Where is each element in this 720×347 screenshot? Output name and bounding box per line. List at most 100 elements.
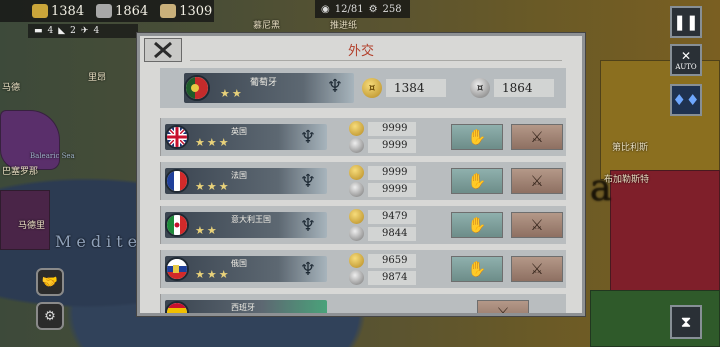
gold-coin-icon xyxy=(349,165,364,180)
nation-stars: ★★ xyxy=(220,87,244,100)
hourglass-icon: ⧗ xyxy=(680,313,692,331)
map-region[interactable] xyxy=(0,110,60,170)
industry-coin-icon: ¤ xyxy=(470,78,490,98)
tank-icon: ▬ xyxy=(34,26,43,36)
nation-name: 英国 xyxy=(231,127,247,136)
diplomacy-button[interactable]: 🤝 xyxy=(36,268,64,296)
map-label: 马德里 xyxy=(18,221,46,231)
nation-row: 法国 ★★★ ♆ 9999 9999 ✋ ⚔ xyxy=(160,162,566,200)
gold-value: 9659 xyxy=(368,253,416,268)
nation-list[interactable]: 英国 ★★★ ♆ 9999 9999 ✋ ⚔ 法国 ★★★ ♆ 9999 999… xyxy=(160,118,566,313)
gold-value: 1384 xyxy=(51,3,85,19)
industry-coin-icon xyxy=(349,270,364,285)
gear-icon: ⚙ xyxy=(44,308,56,324)
gold-coin-icon xyxy=(349,209,364,224)
globe-icon: ◉ xyxy=(321,3,330,15)
alliance-button[interactable]: ✋ xyxy=(451,256,503,282)
unit-counts: ▬ 4 ◣ 2 ✈ 4 xyxy=(28,24,138,38)
flag-spain xyxy=(165,301,189,313)
map-label: 慕尼黑 xyxy=(253,21,281,31)
map-label: 第比利斯 xyxy=(612,143,649,153)
crossed-swords-icon: ⚔ xyxy=(530,128,544,146)
crossed-swords-icon: ⚔ xyxy=(496,304,510,313)
map-label: 里昂 xyxy=(88,73,107,83)
army-button[interactable]: ♦♦ xyxy=(670,84,702,116)
gold-icon xyxy=(32,4,48,18)
nation-row: 英国 ★★★ ♆ 9999 9999 ✋ ⚔ xyxy=(160,118,566,156)
manpower-icon xyxy=(160,4,177,18)
flag-uk xyxy=(165,125,189,149)
nation-card: 俄国 ★★★ ♆ xyxy=(165,256,327,282)
industry-coin-icon xyxy=(349,182,364,197)
handshake-icon: ✋ xyxy=(467,172,487,190)
industry-value: 9999 xyxy=(368,138,416,153)
map-region[interactable] xyxy=(610,170,720,300)
other-value: 258 xyxy=(382,3,402,15)
nation-row: 俄国 ★★★ ♆ 9659 9874 ✋ ⚔ xyxy=(160,250,566,288)
nation-stars: ★★ xyxy=(195,224,219,237)
manpower-resource: 1309 xyxy=(160,4,212,19)
alliance-button[interactable]: ✋ xyxy=(451,168,503,194)
industry-icon xyxy=(96,4,113,18)
map-label: Medite xyxy=(55,232,143,251)
unit-count: 4 xyxy=(93,26,100,36)
flag-france xyxy=(165,169,189,193)
own-industry-value: 1864 xyxy=(494,79,554,97)
unit-count: 4 xyxy=(47,26,54,36)
map-label: 巴塞罗那 xyxy=(2,167,39,177)
map-label: a xyxy=(590,168,612,209)
map-region[interactable] xyxy=(600,60,720,180)
declare-war-button[interactable]: ⚔ xyxy=(511,124,563,150)
manpower-value: 1309 xyxy=(179,3,213,19)
flag-portugal xyxy=(184,75,210,101)
own-industry: ¤ 1864 xyxy=(470,78,554,98)
declare-war-button[interactable]: ⚔ xyxy=(511,212,563,238)
nation-row: 意大利王国 ★★ ♆ 9479 9844 ✋ ⚔ xyxy=(160,206,566,244)
eagle-emblem-icon: ♆ xyxy=(326,76,344,97)
nation-stars: ★★★ xyxy=(195,136,231,149)
gold-value: 9999 xyxy=(368,121,416,136)
gold-value: 9999 xyxy=(368,165,416,180)
map-label: 马德 xyxy=(2,83,21,93)
nation-card: 意大利王国 ★★ ♆ xyxy=(165,212,327,238)
declare-war-button[interactable]: ⚔ xyxy=(477,300,529,313)
handshake-icon: ✋ xyxy=(467,260,487,278)
eagle-emblem-icon: ♆ xyxy=(299,215,317,236)
alliance-button[interactable]: ✋ xyxy=(451,212,503,238)
industry-coin-icon xyxy=(349,138,364,153)
eagle-emblem-icon: ♆ xyxy=(299,171,317,192)
declare-war-button[interactable]: ⚔ xyxy=(511,168,563,194)
auto-battle-button[interactable]: ✕ AUTO xyxy=(670,44,702,76)
crossed-swords-icon: ⚔ xyxy=(530,260,544,278)
industry-value: 9874 xyxy=(368,270,416,285)
nation-card: 西班牙 xyxy=(165,300,327,313)
resource-bar: 1384 1864 1309 xyxy=(0,0,214,22)
nation-card: 法国 ★★★ ♆ xyxy=(165,168,327,194)
nation-stars: ★★★ xyxy=(195,268,231,281)
cog-icon: ⚙ xyxy=(368,3,378,15)
dialog-title: 外交 xyxy=(347,44,374,59)
nation-resources: 9999 9999 xyxy=(349,120,419,154)
map-label: 推进纸 xyxy=(330,21,358,31)
alliance-button[interactable]: ✋ xyxy=(451,124,503,150)
gold-resource: 1384 xyxy=(32,4,84,19)
divider xyxy=(190,60,562,61)
end-turn-button[interactable]: ⧗ xyxy=(670,305,702,339)
diplomacy-dialog: 外交 葡萄牙 ★★ ♆ ¤ 1384 ¤ 1864 英国 ★★★ ♆ 9999 … xyxy=(137,33,585,316)
industry-value: 9844 xyxy=(368,226,416,241)
handshake-icon: 🤝 xyxy=(41,274,59,290)
settings-button[interactable]: ⚙ xyxy=(36,302,64,330)
turn-value: 12/81 xyxy=(334,3,364,15)
own-nation-card: 葡萄牙 ★★ ♆ xyxy=(184,73,354,103)
handshake-icon: ✋ xyxy=(467,216,487,234)
swords-icon: ✕ xyxy=(680,49,692,63)
nation-resources: 9479 9844 xyxy=(349,208,419,242)
flag-italy xyxy=(165,213,189,237)
declare-war-button[interactable]: ⚔ xyxy=(511,256,563,282)
nation-resources: 9659 9874 xyxy=(349,252,419,286)
nation-stars: ★★★ xyxy=(195,180,231,193)
pause-button[interactable]: ❚❚ xyxy=(670,6,702,38)
eagle-emblem-icon: ♆ xyxy=(299,127,317,148)
auto-label: AUTO xyxy=(675,63,697,71)
handshake-icon: ✋ xyxy=(467,128,487,146)
